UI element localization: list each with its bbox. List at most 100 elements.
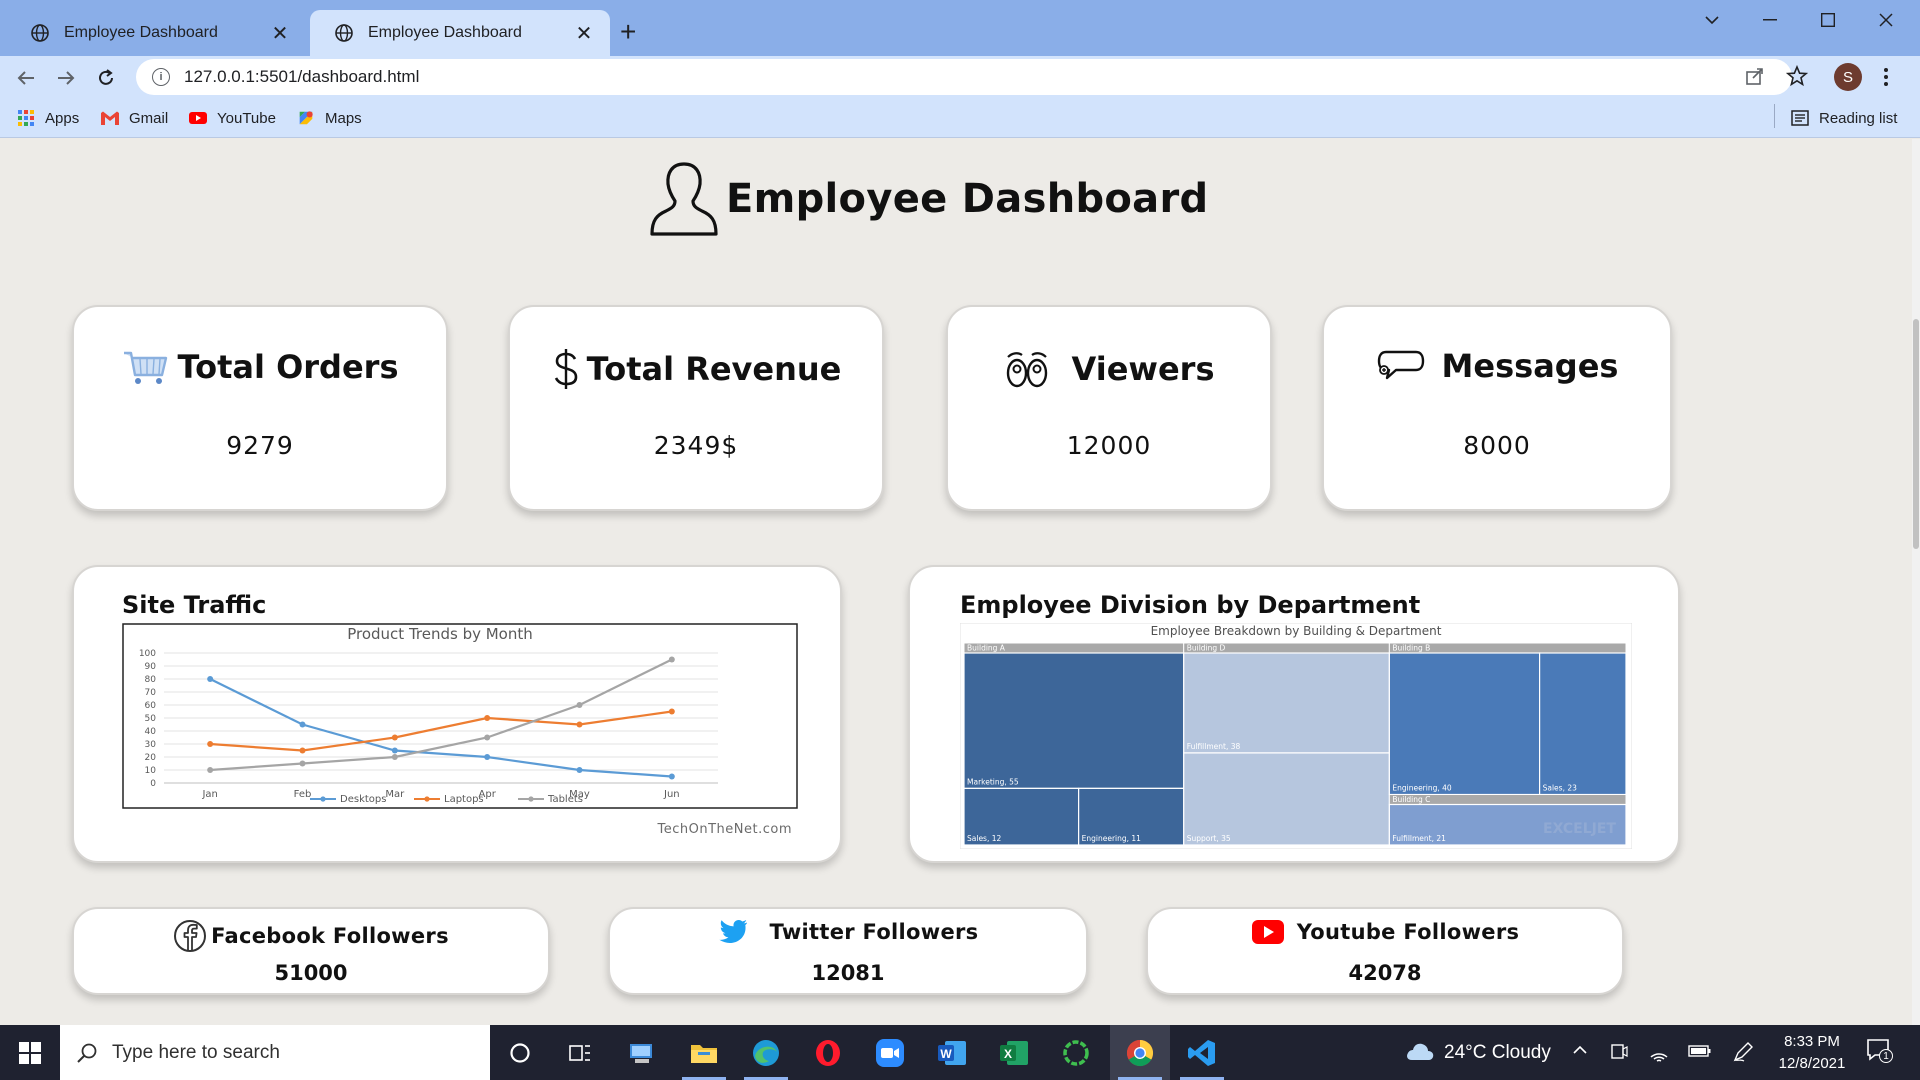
opera-icon [816, 1039, 840, 1066]
cell-label: Engineering, 11 [1082, 834, 1142, 843]
facebook-icon [174, 920, 207, 952]
taskbar-app-file-explorer[interactable] [674, 1025, 734, 1080]
refresh-circle-icon [1063, 1039, 1089, 1066]
data-point-tablets [207, 767, 214, 773]
page-scrollbar[interactable] [1912, 139, 1920, 1025]
x-tick-label: Jan [201, 789, 217, 800]
forward-button[interactable] [52, 64, 80, 92]
address-toolbar: i 127.0.0.1:5501/dashboard.html [0, 56, 1920, 98]
pen-icon[interactable] [1732, 1041, 1754, 1063]
taskbar-search[interactable]: Type here to search [60, 1025, 490, 1080]
chevron-up-icon[interactable] [1572, 1045, 1588, 1055]
reading-list-button[interactable]: Reading list [1790, 107, 1897, 129]
battery-icon[interactable] [1688, 1043, 1712, 1059]
stat-label: Total Revenue [586, 350, 842, 388]
bookmarks-separator [1774, 104, 1775, 128]
cell-label: Fulfillment, 38 [1187, 742, 1241, 751]
y-tick-label: 30 [145, 740, 157, 750]
taskbar-app-zoom[interactable] [860, 1025, 920, 1080]
treemap-chart: Employee Breakdown by Building & Departm… [959, 622, 1633, 850]
reading-list-label: Reading list [1819, 109, 1898, 127]
data-point-tablets [299, 760, 306, 767]
cell-label: Support, 35 [1187, 834, 1231, 843]
share-icon[interactable] [1744, 65, 1766, 87]
bookmark-label: Gmail [129, 109, 169, 127]
maximize-button[interactable] [1800, 8, 1856, 32]
task-view-button[interactable] [550, 1025, 610, 1080]
stat-label: Total Orders [177, 348, 399, 386]
y-tick-label: 70 [145, 688, 157, 698]
stat-value: 9279 [226, 431, 294, 460]
bookmark-gmail[interactable]: Gmail [100, 107, 168, 129]
taskbar-app-network[interactable] [612, 1025, 672, 1080]
start-button[interactable] [0, 1025, 60, 1080]
cell-marketing [963, 652, 1185, 789]
site-info-icon[interactable]: i [152, 68, 170, 86]
data-point-laptops [207, 741, 214, 747]
address-bar[interactable]: i 127.0.0.1:5501/dashboard.html [136, 59, 1792, 95]
browser-menu-icon[interactable] [1876, 62, 1896, 92]
wifi-icon[interactable] [1648, 1041, 1670, 1063]
youtube-icon [189, 112, 207, 124]
globe-icon [31, 24, 49, 42]
cell-fulfillment [1183, 652, 1390, 754]
taskbar-app-circle[interactable] [1046, 1025, 1106, 1080]
legend-marker [320, 796, 326, 802]
clock-time[interactable]: 8:33 PM [1776, 1033, 1848, 1050]
tab-search-icon[interactable] [1684, 8, 1740, 32]
bookmark-youtube[interactable]: YouTube [188, 107, 276, 129]
treemap-image: Employee Breakdown by Building & Departm… [959, 622, 1633, 850]
browser-tab[interactable]: Employee Dashboard ✕ [6, 10, 306, 56]
taskbar-app-opera[interactable] [798, 1025, 858, 1080]
youtube-icon [1251, 920, 1284, 944]
data-point-tablets [668, 656, 675, 663]
minimize-button[interactable] [1742, 8, 1798, 32]
taskbar-app-excel[interactable]: X [984, 1025, 1044, 1080]
chart-source: TechOnTheNet.com [657, 822, 792, 837]
data-point-desktops [391, 747, 398, 754]
search-placeholder: Type here to search [112, 1041, 280, 1063]
close-window-button[interactable] [1858, 8, 1914, 32]
taskbar-app-edge[interactable] [736, 1025, 796, 1080]
user-icon [650, 162, 718, 236]
taskbar-app-vscode[interactable] [1172, 1025, 1232, 1080]
new-tab-button[interactable]: + [620, 18, 636, 46]
taskbar-app-word[interactable]: W [922, 1025, 982, 1080]
close-tab-icon[interactable]: ✕ [268, 21, 292, 45]
cortana-button[interactable] [490, 1025, 550, 1080]
card-title: Employee Division by Department [960, 591, 1421, 619]
close-tab-icon[interactable]: ✕ [572, 21, 596, 45]
data-point-desktops [668, 773, 675, 780]
bookmark-star-icon[interactable] [1786, 65, 1808, 87]
legend-marker [424, 796, 430, 802]
dollar-icon [554, 349, 577, 389]
reload-button[interactable] [92, 64, 120, 92]
followers-value: 12081 [811, 961, 885, 985]
taskbar-app-chrome[interactable] [1110, 1025, 1170, 1080]
y-tick-label: 20 [145, 753, 157, 763]
data-point-tablets [391, 754, 398, 760]
data-point-laptops [484, 715, 491, 721]
weather-text[interactable]: 24°C Cloudy [1444, 1042, 1551, 1064]
windows-taskbar: Type here to search W X 24°C Cloudy 8:33… [0, 1025, 1920, 1080]
url-text: 127.0.0.1:5501/dashboard.html [184, 67, 420, 86]
folder-icon [691, 1044, 717, 1063]
scrollbar-thumb[interactable] [1913, 319, 1919, 549]
meet-icon[interactable] [1610, 1041, 1628, 1063]
browser-tab-active[interactable]: Employee Dashboard ✕ [310, 10, 610, 56]
clock-date[interactable]: 12/8/2021 [1772, 1055, 1852, 1072]
profile-avatar[interactable]: S [1834, 63, 1862, 91]
y-tick-label: 10 [145, 766, 157, 776]
bookmark-apps[interactable]: Apps [16, 107, 79, 129]
back-button[interactable] [12, 64, 40, 92]
followers-value: 42078 [1348, 961, 1422, 985]
eyes-icon [1006, 352, 1047, 388]
total-revenue-card: Total Revenue 2349$ [508, 305, 884, 511]
watermark: EXCELJET [1543, 821, 1616, 837]
network-drive-icon [630, 1043, 652, 1063]
x-tick-label: Jun [663, 789, 680, 800]
notification-center-button[interactable]: 1 [1866, 1038, 1894, 1066]
cell-engineering [1388, 652, 1541, 796]
data-point-desktops [299, 721, 306, 728]
bookmark-maps[interactable]: Maps [296, 107, 362, 129]
